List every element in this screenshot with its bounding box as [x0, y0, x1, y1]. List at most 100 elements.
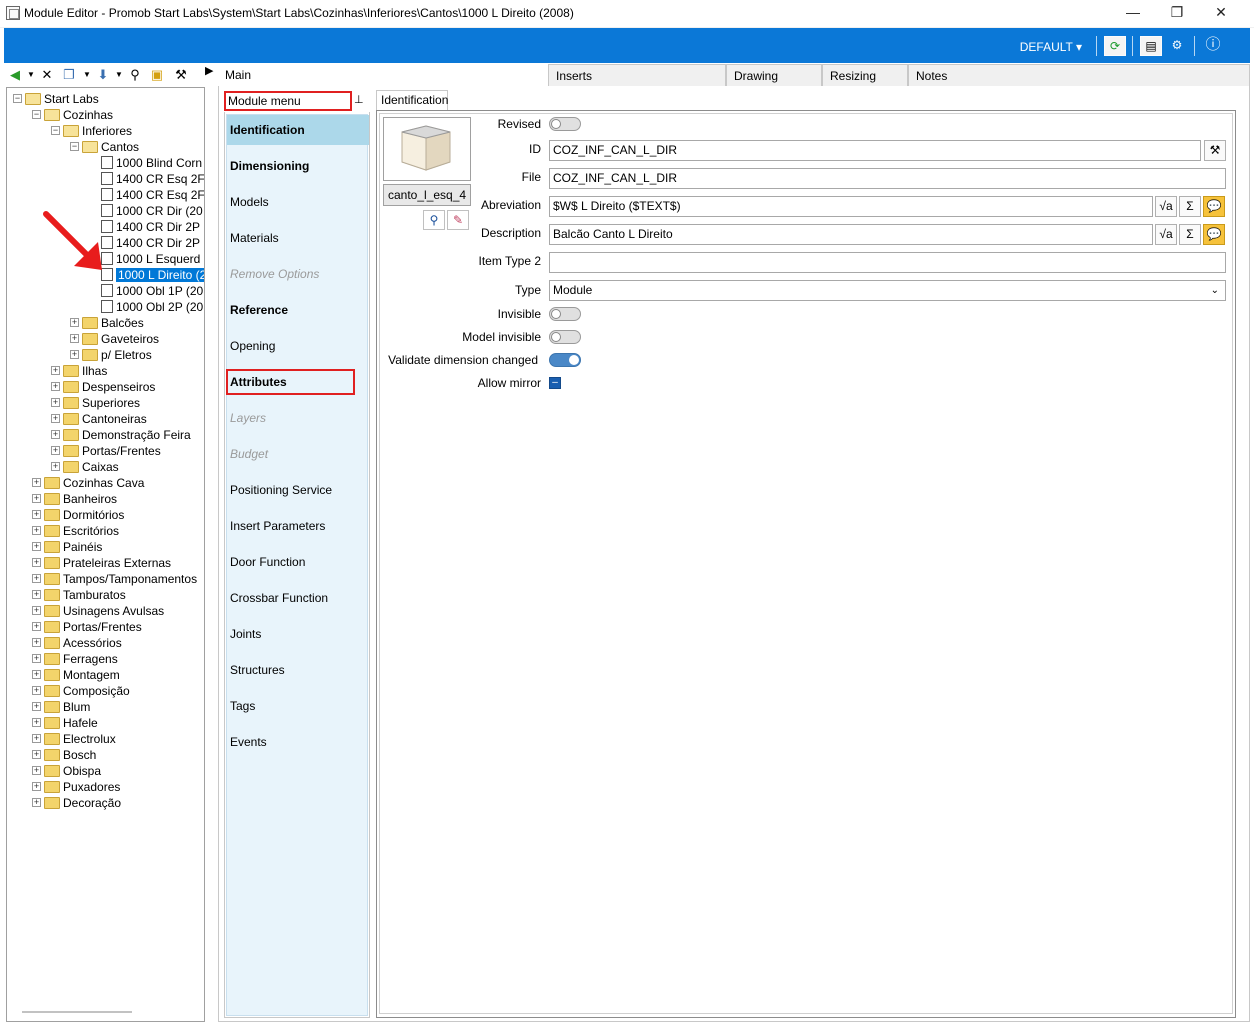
- folder-button[interactable]: ▣: [148, 66, 166, 84]
- tree-item-folder[interactable]: + Ilhas: [51, 362, 107, 378]
- menu-item-dimensioning[interactable]: Dimensioning: [227, 151, 369, 181]
- expand-icon[interactable]: +: [32, 638, 41, 648]
- validate-dimension-toggle[interactable]: [549, 353, 581, 367]
- collapse-icon[interactable]: −: [51, 126, 60, 136]
- menu-item-models[interactable]: Models: [227, 187, 369, 217]
- expand-icon[interactable]: +: [32, 526, 41, 536]
- tree-item-module[interactable]: 1000 Blind Corn: [89, 154, 202, 170]
- menu-item-insert-parameters[interactable]: Insert Parameters: [227, 511, 369, 541]
- expand-icon[interactable]: +: [32, 766, 41, 776]
- tree-item-folder[interactable]: + Composição: [32, 682, 130, 698]
- tab-notes[interactable]: Notes: [908, 64, 1250, 86]
- menu-item-joints[interactable]: Joints: [227, 619, 369, 649]
- tree-item-folder[interactable]: + p/ Eletros: [70, 346, 152, 362]
- tree-item-folder[interactable]: + Obispa: [32, 762, 101, 778]
- menu-item-positioning-service[interactable]: Positioning Service: [227, 475, 369, 505]
- tree-item-folder[interactable]: + Prateleiras Externas: [32, 554, 171, 570]
- menu-item-events[interactable]: Events: [227, 727, 369, 757]
- menu-item-opening[interactable]: Opening: [227, 331, 369, 361]
- tree-item-folder[interactable]: + Decoração: [32, 794, 121, 810]
- expand-icon[interactable]: +: [32, 718, 41, 728]
- item-type-2-field[interactable]: [549, 252, 1226, 273]
- tree-item-folder[interactable]: + Cantoneiras: [51, 410, 147, 426]
- description-field[interactable]: Balcão Canto L Direito: [549, 224, 1153, 245]
- menu-item-tags[interactable]: Tags: [227, 691, 369, 721]
- menu-item-materials[interactable]: Materials: [227, 223, 369, 253]
- profile-dropdown[interactable]: DEFAULT ▾: [1020, 40, 1082, 54]
- tree-item-folder[interactable]: + Ferragens: [32, 650, 118, 666]
- expand-icon[interactable]: +: [32, 558, 41, 568]
- tree-item-folder[interactable]: + Gaveteiros: [70, 330, 159, 346]
- tree-item-folder[interactable]: + Painéis: [32, 538, 102, 554]
- settings-button[interactable]: ⚙: [1166, 36, 1188, 56]
- tool-button[interactable]: ⚒: [172, 66, 190, 84]
- abreviation-comment-button[interactable]: 💬: [1203, 196, 1225, 217]
- tab-identification[interactable]: Identification: [376, 90, 448, 110]
- delete-button[interactable]: ✕: [38, 66, 56, 84]
- tree-item-folder[interactable]: + Escritórios: [32, 522, 119, 538]
- expand-icon[interactable]: +: [32, 590, 41, 600]
- collapse-icon[interactable]: −: [13, 94, 22, 104]
- abreviation-field[interactable]: $W$ L Direito ($TEXT$): [549, 196, 1153, 217]
- collapse-icon[interactable]: −: [70, 142, 79, 152]
- tree-item-folder[interactable]: − Cantos: [70, 138, 139, 154]
- model-invisible-toggle[interactable]: [549, 330, 581, 344]
- menu-item-identification[interactable]: Identification: [227, 115, 369, 145]
- layout-button[interactable]: ▤: [1140, 36, 1162, 56]
- tree-horizontal-scrollbar[interactable]: [22, 1011, 132, 1013]
- search-button[interactable]: ⚲: [126, 66, 144, 84]
- tree-item-folder[interactable]: + Caixas: [51, 458, 119, 474]
- expand-icon[interactable]: +: [32, 686, 41, 696]
- allow-mirror-checkbox[interactable]: –: [549, 377, 561, 389]
- expand-icon[interactable]: +: [32, 798, 41, 808]
- expand-icon[interactable]: +: [32, 670, 41, 680]
- tree-item-folder[interactable]: + Demonstração Feira: [51, 426, 191, 442]
- tab-drawing[interactable]: Drawing: [726, 64, 822, 86]
- close-button[interactable]: ✕: [1198, 0, 1244, 28]
- tree-item-folder[interactable]: + Bosch: [32, 746, 96, 762]
- restore-button[interactable]: ❐: [1154, 0, 1200, 28]
- tree-item-folder[interactable]: + Montagem: [32, 666, 120, 682]
- revised-toggle[interactable]: [549, 117, 581, 131]
- menu-item-structures[interactable]: Structures: [227, 655, 369, 685]
- menu-item-remove-options[interactable]: Remove Options: [227, 259, 369, 289]
- expand-icon[interactable]: +: [70, 334, 79, 344]
- tree-item-folder[interactable]: + Despenseiros: [51, 378, 155, 394]
- menu-item-crossbar-function[interactable]: Crossbar Function: [227, 583, 369, 613]
- expand-icon[interactable]: +: [51, 414, 60, 424]
- pin-button[interactable]: ⊥: [354, 93, 364, 106]
- expand-icon[interactable]: +: [32, 750, 41, 760]
- tree-item-folder[interactable]: + Balcões: [70, 314, 144, 330]
- refresh-button[interactable]: ⟳: [1104, 36, 1126, 56]
- tree-item-folder[interactable]: − Inferiores: [51, 122, 132, 138]
- menu-item-layers[interactable]: Layers: [227, 403, 369, 433]
- expand-icon[interactable]: +: [32, 574, 41, 584]
- id-tool-button[interactable]: ⚒: [1204, 140, 1226, 161]
- collapse-icon[interactable]: −: [32, 110, 41, 120]
- file-field[interactable]: COZ_INF_CAN_L_DIR: [549, 168, 1226, 189]
- help-button[interactable]: ⓘ: [1202, 36, 1224, 56]
- tree-item-module[interactable]: 1400 CR Esq 2F: [89, 186, 204, 202]
- expand-icon[interactable]: +: [70, 318, 79, 328]
- invisible-toggle[interactable]: [549, 307, 581, 321]
- menu-item-reference[interactable]: Reference: [227, 295, 369, 325]
- tab-inserts[interactable]: Inserts: [548, 64, 726, 86]
- tree-item-folder[interactable]: − Cozinhas: [32, 106, 113, 122]
- tree-item-module[interactable]: 1000 Obl 2P (20: [89, 298, 203, 314]
- tree-item-folder[interactable]: + Dormitórios: [32, 506, 124, 522]
- tree-item-folder[interactable]: + Blum: [32, 698, 90, 714]
- tree-item-folder[interactable]: + Acessórios: [32, 634, 122, 650]
- expand-icon[interactable]: +: [32, 494, 41, 504]
- expand-icon[interactable]: +: [32, 622, 41, 632]
- tree-item-folder[interactable]: + Tamburatos: [32, 586, 126, 602]
- tree-item-module[interactable]: 1000 Obl 1P (20: [89, 282, 203, 298]
- menu-item-door-function[interactable]: Door Function: [227, 547, 369, 577]
- tree-item-module[interactable]: 1400 CR Esq 2F: [89, 170, 204, 186]
- tree-item-folder[interactable]: + Portas/Frentes: [51, 442, 161, 458]
- expand-icon[interactable]: +: [32, 478, 41, 488]
- expand-icon[interactable]: +: [32, 734, 41, 744]
- expand-icon[interactable]: +: [51, 382, 60, 392]
- tab-main[interactable]: Main: [218, 64, 548, 86]
- description-comment-button[interactable]: 💬: [1203, 224, 1225, 245]
- description-sum-button[interactable]: Σ: [1179, 224, 1201, 245]
